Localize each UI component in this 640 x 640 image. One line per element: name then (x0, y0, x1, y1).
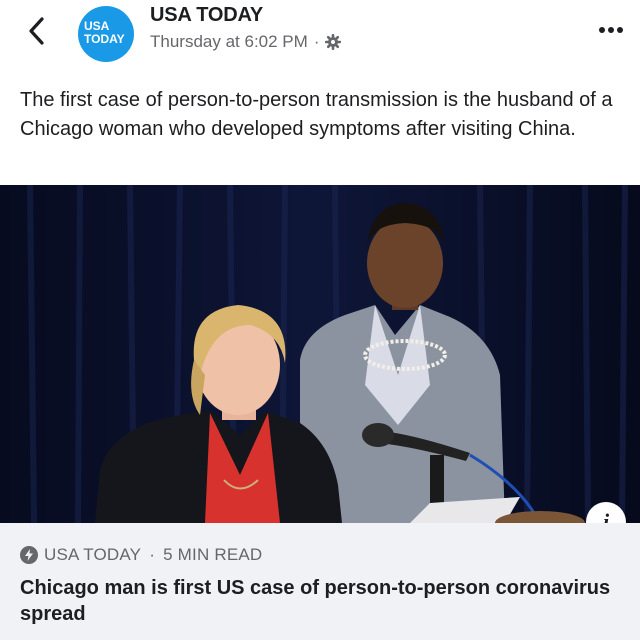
avatar-logo-text-2: TODAY (84, 32, 125, 46)
read-time: 5 MIN READ (163, 545, 263, 564)
link-headline[interactable]: Chicago man is first US case of person-t… (20, 575, 620, 627)
chevron-left-icon[interactable] (20, 14, 54, 48)
post-caption: The first case of person-to-person trans… (20, 89, 613, 140)
avatar[interactable]: USA TODAY (78, 6, 134, 62)
press-conference-photo (0, 185, 640, 523)
link-meta-separator: · (149, 545, 156, 564)
link-preview-image[interactable] (0, 185, 640, 523)
link-source: USA TODAY (44, 545, 142, 564)
avatar-logo-text: USA (84, 19, 110, 33)
link-preview-card[interactable]: USA TODAY · 5 MIN READ Chicago man is fi… (0, 523, 640, 640)
link-meta: USA TODAY · 5 MIN READ (20, 545, 262, 565)
gear-icon[interactable] (325, 34, 342, 50)
more-dots-icon[interactable] (596, 20, 626, 40)
post-header: USA TODAY USA TODAY Thursday at 6:02 PM … (0, 0, 640, 80)
post-meta: Thursday at 6:02 PM · (150, 32, 342, 52)
lightning-icon (20, 546, 38, 564)
page-name-link[interactable]: USA TODAY (150, 4, 263, 27)
post-timestamp[interactable]: Thursday at 6:02 PM (150, 32, 308, 52)
meta-separator: · (313, 32, 320, 51)
